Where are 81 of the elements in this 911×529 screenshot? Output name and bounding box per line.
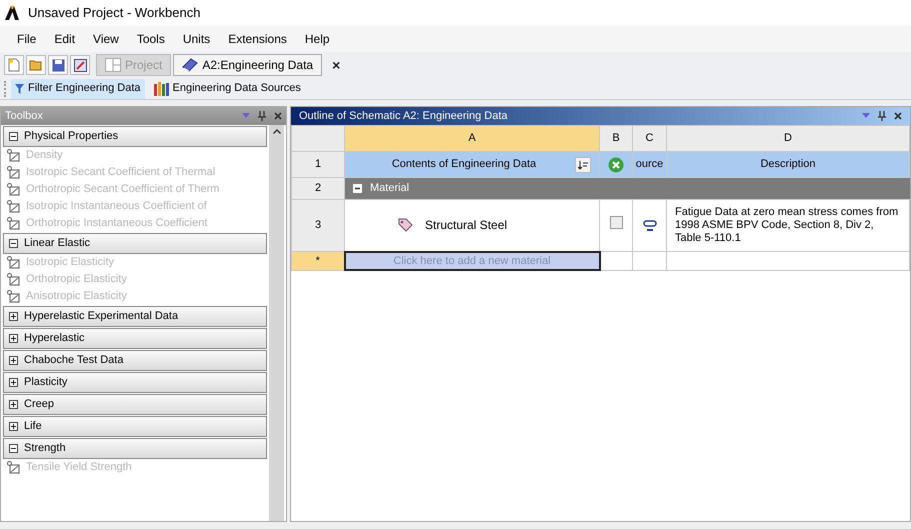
- material-name[interactable]: Structural Steel: [425, 216, 508, 234]
- close-tab-button[interactable]: ×: [332, 54, 340, 76]
- checkbox[interactable]: [610, 216, 622, 230]
- menu-item[interactable]: File: [8, 27, 46, 51]
- save-icon: [52, 58, 64, 72]
- group-header[interactable]: Linear Elastic: [3, 233, 267, 254]
- table-cell-text: Contents of Engineering Data: [390, 157, 538, 172]
- close-icon[interactable]: [274, 112, 282, 120]
- menu-item[interactable]: Tools: [128, 27, 174, 51]
- toolbar-grip[interactable]: [4, 80, 7, 96]
- sort-button[interactable]: [575, 156, 591, 172]
- menu-item[interactable]: View: [84, 27, 128, 51]
- books-icon: [152, 82, 169, 96]
- collapse-icon[interactable]: [9, 132, 18, 141]
- chart-icon: [7, 166, 20, 179]
- chart-icon: [7, 149, 20, 162]
- group-header[interactable]: Plasticity: [3, 372, 267, 393]
- error-icon: [608, 156, 624, 172]
- group-header[interactable]: Creep: [3, 394, 267, 415]
- chart-icon: [7, 200, 20, 213]
- expand-icon[interactable]: [9, 422, 18, 431]
- menu-item[interactable]: Edit: [45, 27, 84, 51]
- group-header[interactable]: Hyperelastic Experimental Data: [3, 306, 267, 327]
- group-header[interactable]: Strength: [3, 438, 267, 459]
- collapse-icon[interactable]: [9, 444, 18, 453]
- group-header[interactable]: Physical Properties: [3, 126, 267, 147]
- grid-icon: [105, 58, 121, 72]
- book-icon: [182, 58, 198, 72]
- close-icon[interactable]: [894, 112, 902, 120]
- expand-icon[interactable]: [9, 400, 18, 409]
- toolbar-button[interactable]: Engineering Data Sources: [148, 78, 305, 98]
- column-header[interactable]: B: [600, 126, 632, 152]
- new-file-icon: [8, 58, 20, 72]
- chart-icon: [7, 273, 20, 286]
- description-cell: Fatigue Data at zero mean stress comes from 1998 ASME BPV Code, Section 8, Div 2, Table 5-110.1: [666, 200, 910, 252]
- tab[interactable]: A2:Engineering Data: [173, 54, 322, 76]
- link-icon[interactable]: [642, 218, 656, 232]
- expand-icon[interactable]: [9, 378, 18, 387]
- expand-icon[interactable]: [9, 312, 18, 321]
- menu-item[interactable]: Extensions: [219, 27, 296, 51]
- row-number: *: [292, 252, 344, 270]
- chart-icon: [7, 461, 20, 474]
- panel-title: Outline of Schematic A2: Engineering Data: [299, 108, 509, 124]
- collapse-icon[interactable]: [9, 239, 18, 248]
- group-header[interactable]: Hyperelastic: [3, 328, 267, 349]
- row-number: 3: [292, 200, 344, 252]
- app-logo-icon: [4, 5, 20, 21]
- filter-icon: [15, 84, 24, 94]
- dropdown-icon[interactable]: [862, 113, 870, 119]
- panel-title: Toolbox: [5, 108, 44, 124]
- folder-icon: [29, 59, 43, 71]
- row-number: 1: [292, 152, 344, 178]
- column-header[interactable]: A: [344, 126, 600, 152]
- new-file-button[interactable]: [4, 55, 24, 75]
- save-as-icon: [74, 58, 86, 72]
- column-header[interactable]: D: [666, 126, 910, 152]
- expand-icon[interactable]: [9, 334, 18, 343]
- save-button[interactable]: [48, 55, 68, 75]
- row-number: 2: [292, 178, 344, 200]
- chart-icon: [7, 256, 20, 269]
- corner-cell: [292, 126, 344, 152]
- chart-icon: [7, 183, 20, 196]
- menu-item[interactable]: Help: [296, 27, 339, 51]
- tag-icon: [397, 217, 413, 234]
- group-header[interactable]: Chaboche Test Data: [3, 350, 267, 371]
- pin-icon[interactable]: [258, 111, 266, 121]
- chart-icon: [7, 217, 20, 230]
- expand-icon[interactable]: [9, 356, 18, 365]
- save-as-button[interactable]: [70, 55, 90, 75]
- window-title: Unsaved Project - Workbench: [28, 4, 200, 22]
- scroll-up-icon[interactable]: [272, 129, 280, 134]
- pin-icon[interactable]: [878, 111, 886, 121]
- toolbar-button[interactable]: Filter Engineering Data: [11, 78, 145, 98]
- group-header[interactable]: Life: [3, 416, 267, 437]
- group-label: Material: [370, 181, 410, 196]
- scrollbar[interactable]: [269, 125, 284, 521]
- chart-icon: [7, 290, 20, 303]
- column-header[interactable]: C: [632, 126, 666, 152]
- sort-icon: [578, 160, 588, 170]
- open-folder-button[interactable]: [26, 55, 46, 75]
- menu-item[interactable]: Units: [174, 27, 220, 51]
